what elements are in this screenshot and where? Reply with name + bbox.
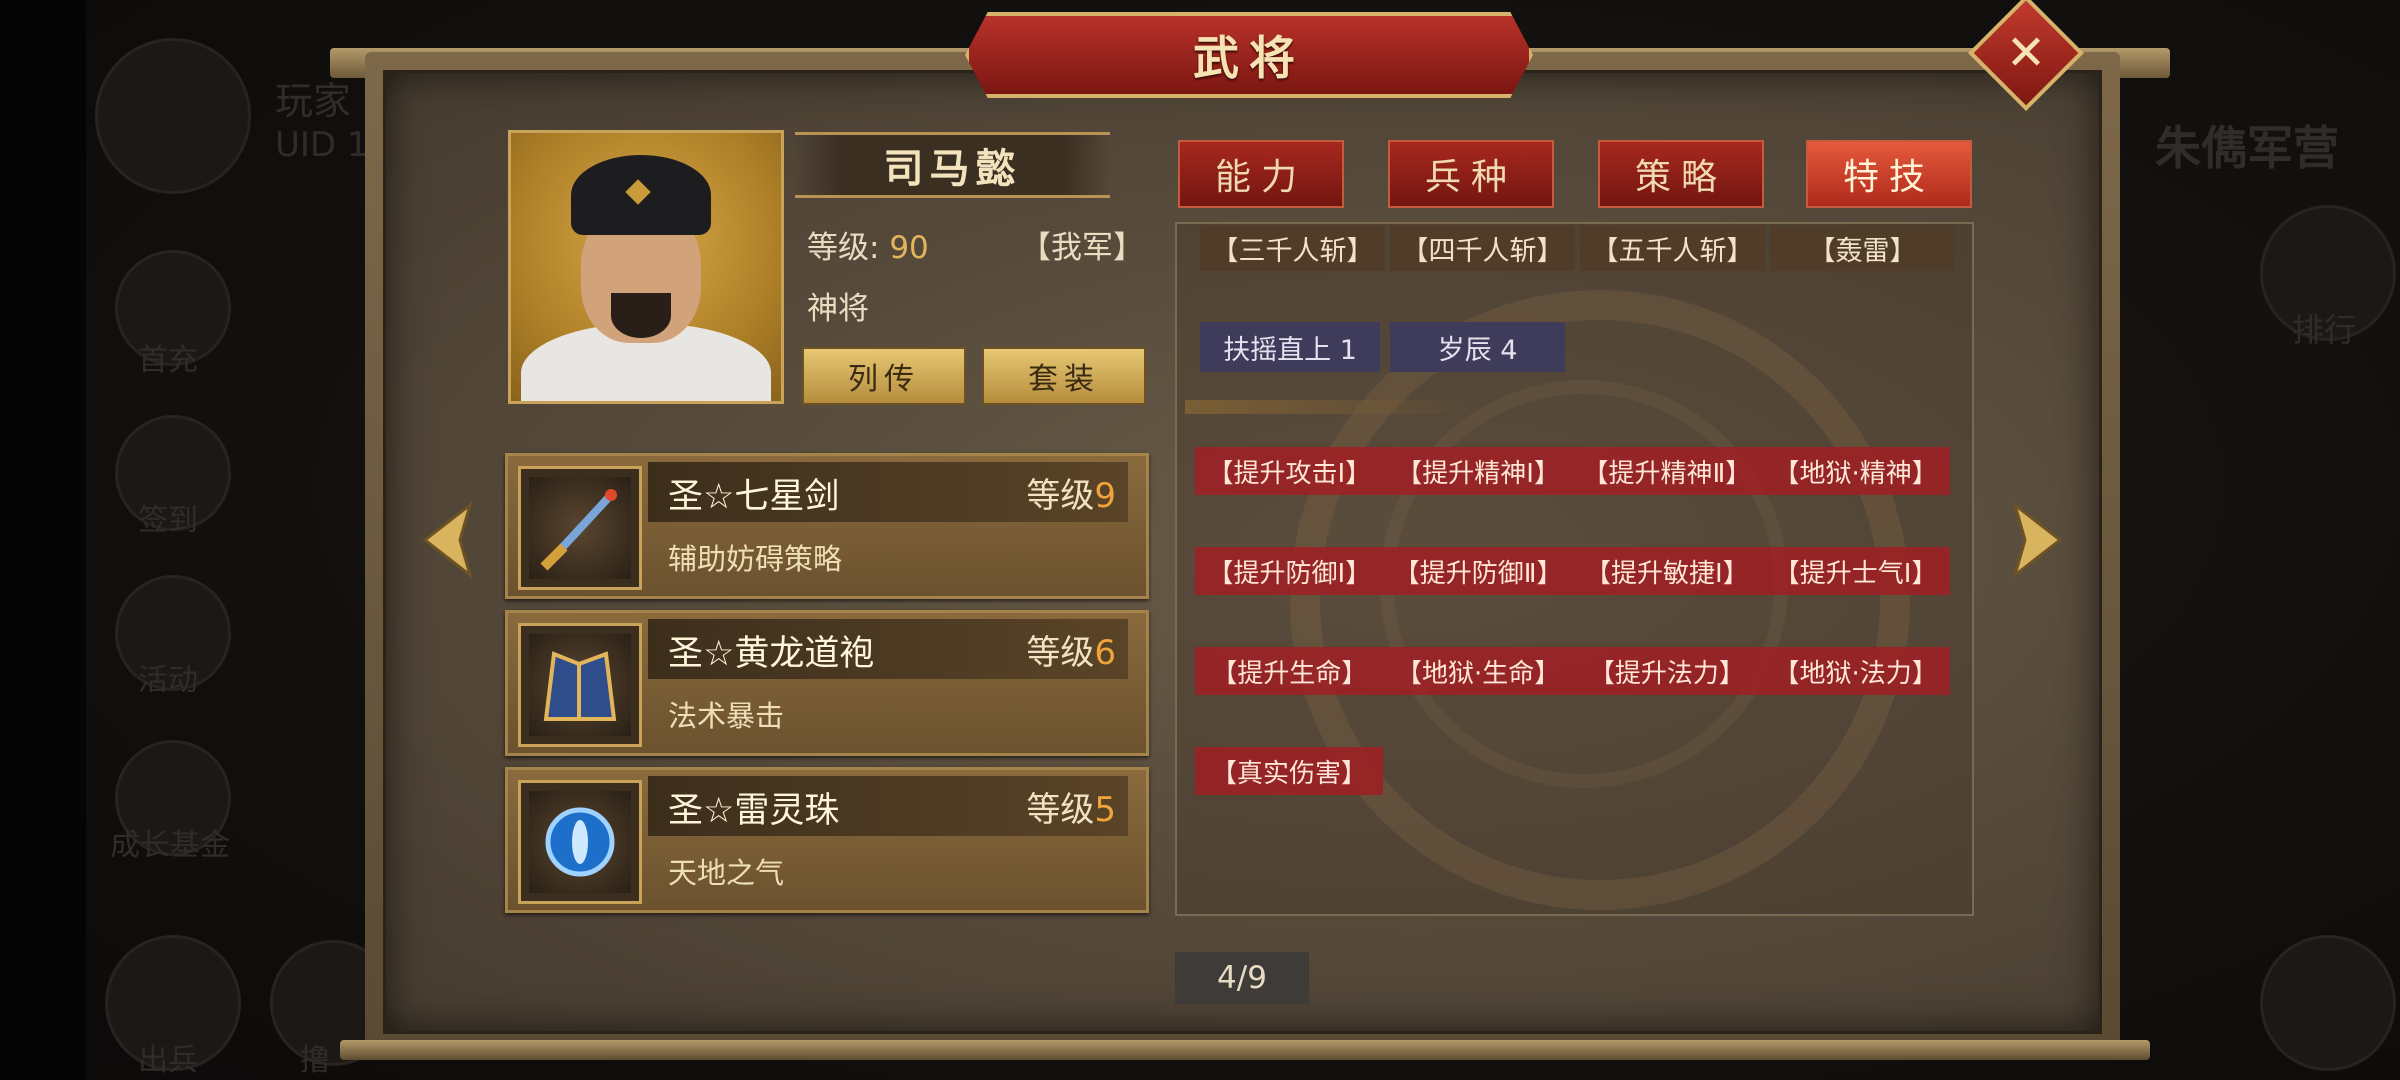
rank-label: 神将 xyxy=(807,291,869,327)
equipment-level: 等级9 xyxy=(1026,468,1116,517)
skill-tag[interactable]: 【提升生命】 xyxy=(1195,653,1384,690)
equipment-level: 等级5 xyxy=(1026,782,1116,831)
skill-tag[interactable]: 【提升敏捷Ⅰ】 xyxy=(1573,553,1762,590)
skill-tag[interactable]: 【地狱·生命】 xyxy=(1384,653,1573,690)
faction-label: 【我军】 xyxy=(1020,230,1144,266)
equipment-slot[interactable]: 圣☆雷灵珠 等级5 天地之气 xyxy=(505,767,1149,913)
ability-tag[interactable]: 岁辰 4 xyxy=(1390,322,1565,372)
skill-tag[interactable]: 【三千人斩】 xyxy=(1200,225,1385,271)
tab-ability[interactable]: 能力 xyxy=(1178,140,1344,208)
skill-tag[interactable]: 【轰雷】 xyxy=(1770,225,1955,271)
skill-tag[interactable]: 【提升防御Ⅱ】 xyxy=(1384,553,1573,590)
close-icon[interactable]: ✕ xyxy=(1985,12,2067,94)
skill-row: 【提升生命】 【地狱·生命】 【提升法力】 【地狱·法力】 xyxy=(1195,647,1950,695)
dialog-title-plate: 武将 xyxy=(965,12,1533,98)
equipment-slot[interactable]: 圣☆七星剑 等级9 辅助妨碍策略 xyxy=(505,453,1149,599)
general-name: 司马懿 xyxy=(883,145,1022,192)
sword-icon xyxy=(529,477,631,579)
skill-tag[interactable]: 【五千人斩】 xyxy=(1580,225,1765,271)
skill-tag[interactable]: 【真实伤害】 xyxy=(1195,753,1383,790)
equipment-slot[interactable]: 圣☆黄龙道袍 等级6 法术暴击 xyxy=(505,610,1149,756)
equipment-level: 等级6 xyxy=(1026,625,1116,674)
skill-row: 【提升防御Ⅰ】 【提升防御Ⅱ】 【提升敏捷Ⅰ】 【提升士气Ⅰ】 xyxy=(1195,547,1950,595)
skill-row: 【提升攻击Ⅰ】 【提升精神Ⅰ】 【提升精神Ⅱ】 【地狱·精神】 xyxy=(1195,447,1950,495)
tab-troop-type[interactable]: 兵种 xyxy=(1388,140,1554,208)
next-general-arrow-icon[interactable] xyxy=(2010,500,2070,580)
skill-tag[interactable]: 【提升防御Ⅰ】 xyxy=(1195,553,1384,590)
prev-general-arrow-icon[interactable] xyxy=(415,500,475,580)
level-row: 等级: 90 xyxy=(807,222,929,267)
skill-tag[interactable]: 【提升精神Ⅰ】 xyxy=(1384,453,1573,490)
equipment-icon-frame xyxy=(518,780,642,904)
equipment-desc: 天地之气 xyxy=(668,856,785,890)
skill-tag[interactable]: 【提升士气Ⅰ】 xyxy=(1761,553,1950,590)
general-portrait xyxy=(508,130,784,404)
equipment-level-label: 等级 xyxy=(1026,476,1095,516)
equipment-desc: 法术暴击 xyxy=(668,699,785,733)
equipment-level-value: 5 xyxy=(1094,790,1116,830)
frame-bottom-bar xyxy=(340,1040,2150,1060)
equipment-icon-frame xyxy=(518,623,642,747)
skill-tag[interactable]: 【地狱·精神】 xyxy=(1761,453,1950,490)
skill-tag[interactable]: 【提升精神Ⅱ】 xyxy=(1573,453,1762,490)
skill-row: 【真实伤害】 xyxy=(1195,747,1383,795)
equipment-name: 圣☆雷灵珠 xyxy=(668,791,840,831)
equipment-name: 圣☆七星剑 xyxy=(668,477,840,517)
portrait-beard xyxy=(611,293,671,338)
section-divider xyxy=(1185,400,1475,414)
page-indicator: 4/9 xyxy=(1175,952,1309,1004)
level-label: 等级: xyxy=(807,230,880,266)
set-button[interactable]: 套装 xyxy=(982,347,1146,405)
skill-tag[interactable]: 【提升法力】 xyxy=(1573,653,1762,690)
equipment-level-value: 9 xyxy=(1094,476,1116,516)
dialog-title: 武将 xyxy=(1193,31,1305,85)
equipment-name: 圣☆黄龙道袍 xyxy=(668,634,875,674)
equipment-icon-frame xyxy=(518,466,642,590)
equipment-level-value: 6 xyxy=(1094,633,1116,673)
tab-strategy[interactable]: 策略 xyxy=(1598,140,1764,208)
biography-button[interactable]: 列传 xyxy=(802,347,966,405)
equipment-desc: 辅助妨碍策略 xyxy=(668,542,843,576)
equipment-level-label: 等级 xyxy=(1026,633,1095,673)
level-value: 90 xyxy=(889,230,929,266)
ability-tag[interactable]: 扶摇直上 1 xyxy=(1200,322,1380,372)
orb-icon xyxy=(529,791,631,893)
skill-tag[interactable]: 【地狱·法力】 xyxy=(1761,653,1950,690)
robe-icon xyxy=(529,634,631,736)
equipment-level-label: 等级 xyxy=(1026,790,1095,830)
skill-tag[interactable]: 【提升攻击Ⅰ】 xyxy=(1195,453,1384,490)
skill-tag[interactable]: 【四千人斩】 xyxy=(1390,225,1575,271)
general-name-plate: 司马懿 xyxy=(795,132,1110,198)
tab-special-skill[interactable]: 特技 xyxy=(1806,140,1972,208)
